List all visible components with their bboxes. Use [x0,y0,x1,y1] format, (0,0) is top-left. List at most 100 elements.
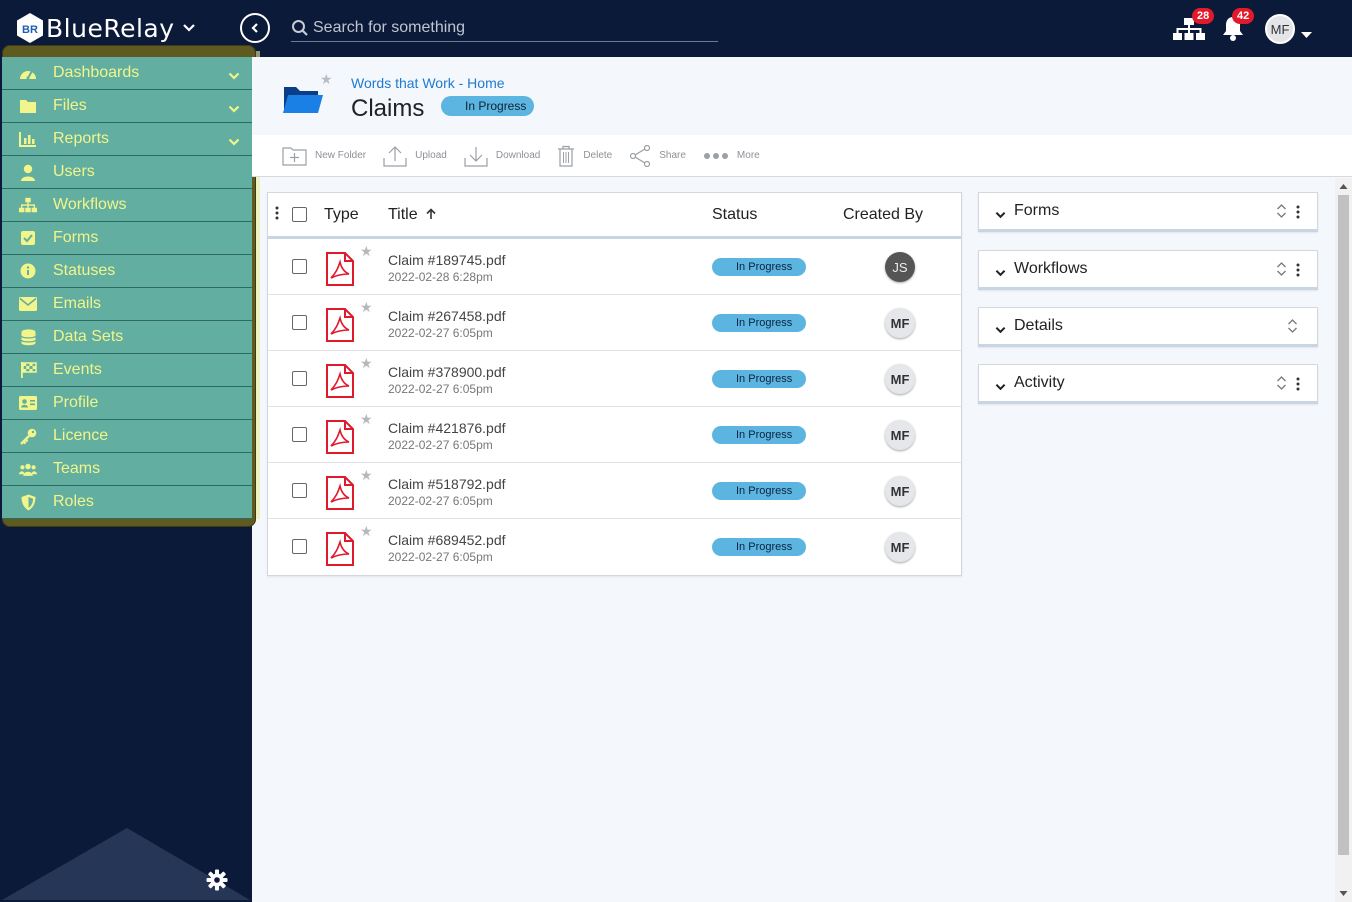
select-all-checkbox[interactable] [292,207,307,222]
chevron-down-icon[interactable] [228,133,240,151]
breadcrumb[interactable]: Words that Work - Home [351,75,505,91]
more-label: More [736,150,760,161]
more-button[interactable]: More [703,150,760,161]
column-options-kebab-icon[interactable] [275,206,279,225]
sidebar-item-events[interactable]: Events [2,354,252,387]
file-name[interactable]: Claim #189745.pdf [388,252,506,268]
envelope-icon [19,295,37,313]
sidebar-item-data-sets[interactable]: Data Sets [2,321,252,354]
reorder-icon[interactable] [1276,203,1287,224]
sidebar-item-teams[interactable]: Teams [2,453,252,486]
app-menu-chevron-icon[interactable] [182,20,196,38]
sidebar-item-users[interactable]: Users [2,156,252,189]
reorder-icon[interactable] [1287,318,1298,339]
panel-menu-kebab-icon[interactable] [1296,263,1300,282]
panel-forms[interactable]: Forms [978,192,1318,232]
table-row[interactable]: ★ Claim #378900.pdf 2022-02-27 6:05pm In… [268,351,961,407]
favorite-star-icon[interactable]: ★ [360,467,373,484]
user-avatar[interactable]: MF [1265,14,1295,44]
new-folder-button[interactable]: New Folder [282,146,366,166]
app-logo[interactable]: BR BlueRelay [16,12,175,44]
reorder-icon[interactable] [1276,375,1287,396]
shield-icon [19,493,37,511]
row-checkbox[interactable] [292,427,307,442]
file-name[interactable]: Claim #267458.pdf [388,308,506,324]
sidebar-item-label: Profile [53,394,99,411]
file-name[interactable]: Claim #689452.pdf [388,532,506,548]
sidebar-item-licence[interactable]: Licence [2,420,252,453]
table-row[interactable]: ★ Claim #421876.pdf 2022-02-27 6:05pm In… [268,407,961,463]
delete-button[interactable]: Delete [557,145,612,167]
upload-button[interactable]: Upload [383,145,447,167]
sidebar-footer [0,826,252,902]
panel-title[interactable]: Workflows [1014,260,1088,278]
panel-details[interactable]: Details [978,307,1318,347]
favorite-star-icon[interactable]: ★ [360,355,373,372]
sidebar-item-files[interactable]: Files [2,90,252,123]
sort-ascending-icon[interactable] [426,207,436,225]
favorite-star-icon[interactable]: ★ [360,243,373,260]
user-menu-caret-icon[interactable] [1301,26,1312,44]
chevron-down-icon[interactable] [995,378,1006,396]
table-row[interactable]: ★ Claim #689452.pdf 2022-02-27 6:05pm In… [268,519,961,575]
favorite-star-icon[interactable]: ★ [360,411,373,428]
sidebar-item-label: Forms [53,229,99,246]
scroll-up-arrow-icon[interactable] [1335,180,1352,194]
chevron-down-icon[interactable] [995,264,1006,282]
chevron-down-icon[interactable] [995,206,1006,224]
share-button[interactable]: Share [629,144,686,167]
row-checkbox[interactable] [292,539,307,554]
vertical-scrollbar[interactable] [1335,178,1352,902]
table-row[interactable]: ★ Claim #267458.pdf 2022-02-27 6:05pm In… [268,295,961,351]
column-header-created-by[interactable]: Created By [843,206,923,224]
column-header-status[interactable]: Status [712,206,757,224]
sidebar-item-profile[interactable]: Profile [2,387,252,420]
scroll-down-arrow-icon[interactable] [1335,886,1352,900]
panel-menu-kebab-icon[interactable] [1296,377,1300,396]
chevron-down-icon[interactable] [228,100,240,118]
download-button[interactable]: Download [464,145,540,167]
favorite-star-icon[interactable]: ★ [360,523,373,540]
panel-title[interactable]: Details [1014,317,1063,335]
table-row[interactable]: ★ Claim #518792.pdf 2022-02-27 6:05pm In… [268,463,961,519]
row-checkbox[interactable] [292,259,307,274]
chevron-down-icon[interactable] [995,321,1006,339]
panel-title[interactable]: Forms [1014,202,1059,220]
file-name[interactable]: Claim #378900.pdf [388,364,506,380]
collapse-sidebar-button[interactable] [240,13,270,43]
sidebar-item-workflows[interactable]: Workflows [2,189,252,222]
creator-avatar[interactable]: MF [885,364,915,394]
table-row[interactable]: ★ Claim #189745.pdf 2022-02-28 6:28pm In… [268,239,961,295]
column-header-title[interactable]: Title [388,206,418,224]
sidebar-item-statuses[interactable]: Statuses [2,255,252,288]
sidebar-item-reports[interactable]: Reports [2,123,252,156]
creator-avatar[interactable]: JS [885,252,915,282]
file-date: 2022-02-28 6:28pm [388,270,493,284]
reorder-icon[interactable] [1276,261,1287,282]
sidebar-item-emails[interactable]: Emails [2,288,252,321]
favorite-star-icon[interactable]: ★ [320,71,333,88]
panel-activity[interactable]: Activity [978,364,1318,404]
creator-avatar[interactable]: MF [885,476,915,506]
column-header-type[interactable]: Type [324,206,359,224]
settings-gear-icon[interactable] [206,869,228,896]
sidebar-item-forms[interactable]: Forms [2,222,252,255]
creator-avatar[interactable]: MF [885,420,915,450]
panel-title[interactable]: Activity [1014,374,1065,392]
creator-avatar[interactable]: MF [885,308,915,338]
sidebar-item-dashboards[interactable]: Dashboards [2,57,252,90]
panel-menu-kebab-icon[interactable] [1296,205,1300,224]
file-name[interactable]: Claim #421876.pdf [388,420,506,436]
scroll-thumb[interactable] [1338,195,1349,855]
row-checkbox[interactable] [292,371,307,386]
row-checkbox[interactable] [292,483,307,498]
creator-avatar[interactable]: MF [885,532,915,562]
file-name[interactable]: Claim #518792.pdf [388,476,506,492]
chevron-down-icon[interactable] [228,67,240,85]
sidebar-item-roles[interactable]: Roles [2,486,252,519]
search-input[interactable] [313,18,703,37]
row-checkbox[interactable] [292,315,307,330]
sidebar-item-label: Emails [53,295,102,312]
panel-workflows[interactable]: Workflows [978,250,1318,290]
favorite-star-icon[interactable]: ★ [360,299,373,316]
